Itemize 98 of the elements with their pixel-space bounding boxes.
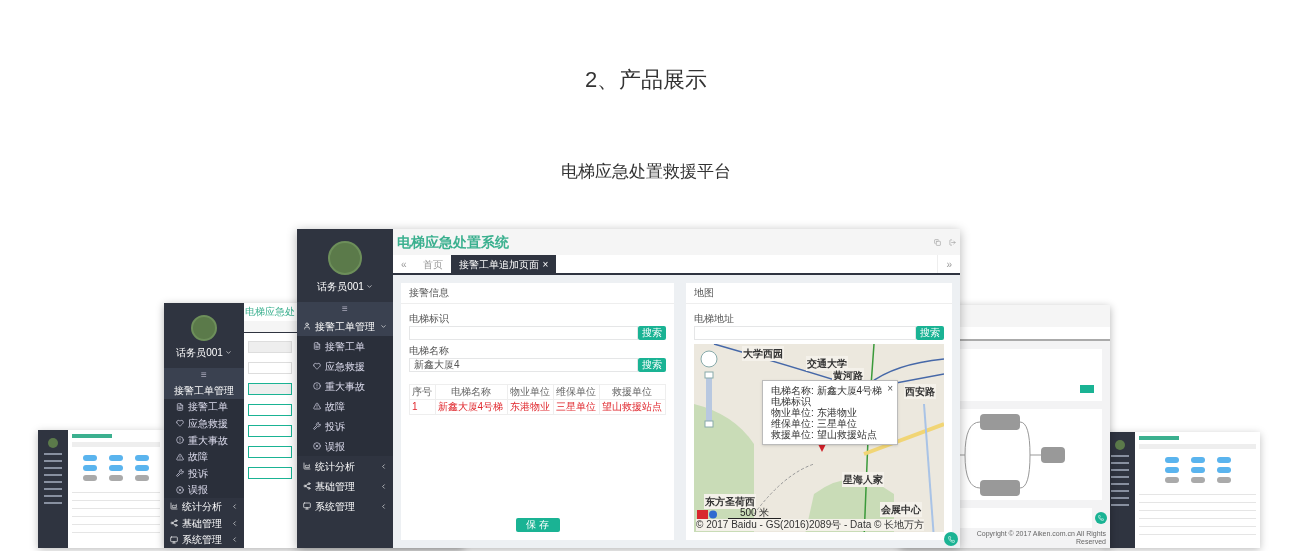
table-cell: 新鑫大厦4号梯 xyxy=(435,399,508,415)
field-label: 电梯地址 xyxy=(694,312,735,326)
phone-button[interactable] xyxy=(1095,512,1107,524)
chevron-left-icon xyxy=(380,482,387,490)
app-title: 电梯应急处置系统 xyxy=(397,232,510,252)
submenu-item[interactable]: 故障 xyxy=(297,396,393,416)
submenu-item[interactable]: 投诉 xyxy=(297,416,393,436)
map-copyright: © 2017 Baidu - GS(2016)2089号 - Data © 长地万方 xyxy=(696,519,925,531)
submenu-item[interactable]: 误报 xyxy=(297,436,393,456)
chevron-left-icon xyxy=(231,519,238,527)
menu-item[interactable]: 统计分析 xyxy=(164,498,244,515)
submenu-item[interactable]: 重大事故 xyxy=(297,376,393,396)
window-icon[interactable] xyxy=(934,238,941,246)
menu-item[interactable]: 基础管理 xyxy=(297,476,393,496)
table-cell: 三星单位 xyxy=(553,399,600,415)
page-subheading: 电梯应急处置救援平台 xyxy=(561,161,731,183)
submenu-icon xyxy=(176,419,184,428)
table-cell: 东港物业 xyxy=(507,399,554,415)
submenu-icon xyxy=(176,452,184,461)
tab[interactable]: 接警工单追加页面 × xyxy=(450,255,557,273)
phone-button[interactable] xyxy=(944,532,958,546)
menu-toggle[interactable]: ≡ xyxy=(164,368,244,382)
submenu-icon xyxy=(313,342,321,350)
phone-icon xyxy=(947,535,955,543)
submenu-icon xyxy=(313,442,321,450)
panel-title: 地图 xyxy=(686,283,952,304)
map-label: 会展中心 xyxy=(880,502,922,517)
submenu-item[interactable]: 接警工单 xyxy=(297,336,393,356)
chevron-down-icon xyxy=(380,322,387,330)
map-label: 星海人家 xyxy=(842,472,884,487)
field-label: 电梯标识 xyxy=(409,312,450,326)
popup-text: 电梯名称: 新鑫大厦4号梯 xyxy=(771,385,881,396)
phone-icon xyxy=(1098,515,1104,521)
table-header: 物业单位 xyxy=(507,384,554,400)
submenu-icon xyxy=(176,436,184,445)
submenu-item[interactable]: 应急救援 xyxy=(164,415,244,432)
table-cell: 1 xyxy=(409,399,436,415)
popup-text: 物业单位: 东港物业 xyxy=(771,407,858,418)
map-label: 东方圣荷西 xyxy=(704,494,756,509)
submenu-icon xyxy=(176,469,184,478)
popup-text: 电梯标识 xyxy=(771,396,812,407)
submenu-icon xyxy=(176,402,184,411)
table-header: 序号 xyxy=(409,384,436,400)
chevron-left-icon xyxy=(231,536,238,544)
submenu-icon xyxy=(313,382,321,390)
menu-icon xyxy=(303,482,311,490)
input-field[interactable] xyxy=(248,467,292,479)
user-menu[interactable]: 话务员001 xyxy=(176,345,223,360)
menu-icon xyxy=(303,322,311,330)
submenu-icon xyxy=(313,402,321,410)
menu-item[interactable]: 系统管理 xyxy=(164,531,244,548)
input-field[interactable] xyxy=(248,425,292,437)
avatar-photo-placeholder xyxy=(191,315,217,341)
avatar-photo-placeholder xyxy=(328,241,362,275)
submenu-icon xyxy=(313,362,321,370)
table-header: 维保单位 xyxy=(553,384,600,400)
input-field[interactable] xyxy=(248,404,292,416)
close-button[interactable]: × xyxy=(887,381,893,396)
menu-icon xyxy=(170,535,178,544)
submenu-icon xyxy=(176,485,184,494)
popup-text: 维保单位: 三星单位 xyxy=(771,418,858,429)
table-cell: 望山救援站点 xyxy=(599,399,666,415)
page-heading: 2、产品展示 xyxy=(584,66,708,94)
chevron-left-icon xyxy=(380,502,387,510)
menu-item[interactable]: 基础管理 xyxy=(164,514,244,532)
close-button[interactable]: × xyxy=(542,256,549,272)
menu-item[interactable]: 接警工单管理 xyxy=(297,316,393,336)
input-field[interactable] xyxy=(248,446,292,458)
menu-item[interactable]: 接警工单管理 xyxy=(164,382,244,399)
map-label: 交通大学 xyxy=(806,356,848,371)
menu-icon xyxy=(303,502,311,510)
zoom-control-icon[interactable] xyxy=(700,350,718,430)
caret-icon xyxy=(224,349,232,356)
user-menu[interactable]: 话务员001 xyxy=(317,279,364,294)
caret-icon xyxy=(365,283,373,290)
menu-icon xyxy=(303,462,311,470)
chevron-left-icon xyxy=(380,462,387,470)
popup-text: 救援单位: 望山救援站点 xyxy=(771,429,878,440)
menu-item[interactable]: 统计分析 xyxy=(297,456,393,476)
map-logo-icon xyxy=(697,510,719,519)
input-field[interactable] xyxy=(248,383,292,395)
table-header: 电梯名称 xyxy=(435,384,508,400)
map-label: 大学西园 xyxy=(742,346,784,361)
submenu-icon xyxy=(313,422,321,430)
menu-icon xyxy=(170,519,178,528)
menu-item[interactable]: 系统管理 xyxy=(297,496,393,516)
map-label: 西安路 xyxy=(904,384,936,399)
submenu-item[interactable]: 故障 xyxy=(164,448,244,465)
menu-toggle[interactable]: ≡ xyxy=(297,302,393,316)
panel-title: 接警信息 xyxy=(401,283,674,304)
field-label: 电梯名称 xyxy=(409,344,450,358)
input-field[interactable]: 新鑫大厦4 xyxy=(409,358,638,372)
submenu-item[interactable]: 应急救援 xyxy=(297,356,393,376)
menu-icon xyxy=(170,502,178,511)
table-header: 救援单位 xyxy=(599,384,666,400)
logout-icon[interactable] xyxy=(949,238,956,246)
app-title: 电梯应急处 xyxy=(245,305,295,319)
chevron-left-icon xyxy=(231,502,238,510)
